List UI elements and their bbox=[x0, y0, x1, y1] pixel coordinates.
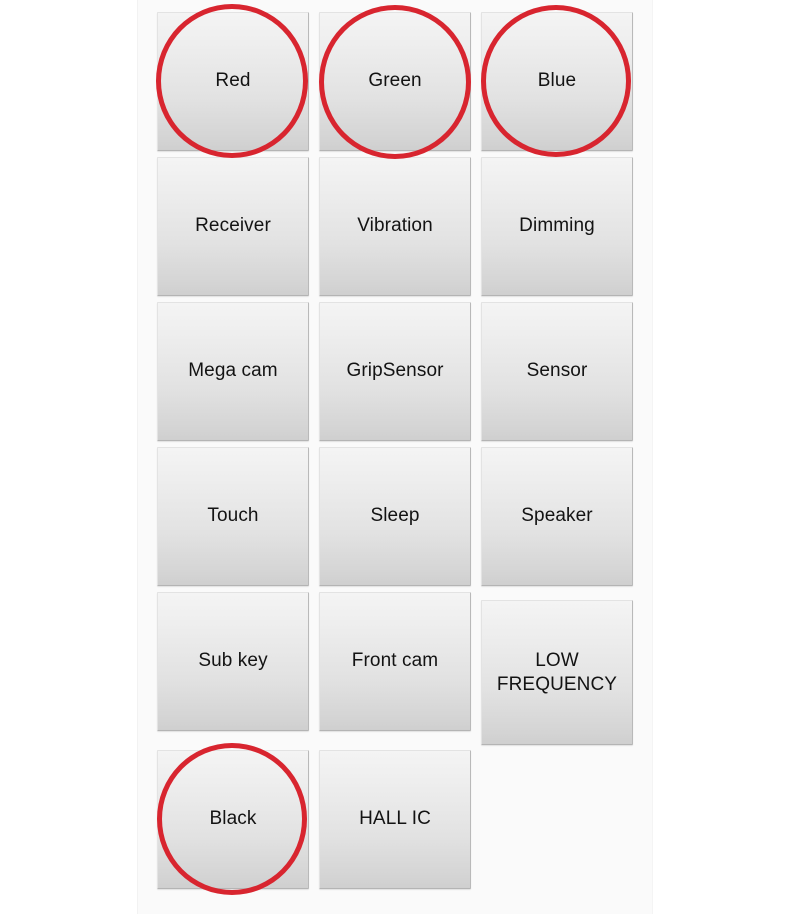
tile-front-cam[interactable]: Front cam bbox=[319, 592, 471, 731]
tile-speaker[interactable]: Speaker bbox=[481, 447, 633, 586]
tile-label-black: Black bbox=[209, 808, 257, 830]
tile-touch[interactable]: Touch bbox=[157, 447, 309, 586]
tile-red[interactable]: Red bbox=[157, 12, 309, 151]
tile-mega-cam[interactable]: Mega cam bbox=[157, 302, 309, 441]
tile-label-front-cam: Front cam bbox=[351, 650, 439, 672]
tile-label-dimming: Dimming bbox=[519, 215, 595, 237]
tile-label-blue: Blue bbox=[537, 70, 577, 92]
tile-label-gripsensor: GripSensor bbox=[346, 360, 444, 382]
tile-black[interactable]: Black bbox=[157, 750, 309, 889]
tile-gripsensor[interactable]: GripSensor bbox=[319, 302, 471, 441]
tile-label-sub-key: Sub key bbox=[198, 650, 268, 672]
tile-label-mega-cam: Mega cam bbox=[188, 360, 278, 382]
tile-label-receiver: Receiver bbox=[195, 215, 271, 237]
tile-green[interactable]: Green bbox=[319, 12, 471, 151]
tile-low-frequency[interactable]: LOW FREQUENCY bbox=[481, 600, 633, 745]
tile-label-vibration: Vibration bbox=[357, 215, 433, 237]
tile-dimming[interactable]: Dimming bbox=[481, 157, 633, 296]
tile-blue[interactable]: Blue bbox=[481, 12, 633, 151]
tile-hall-ic[interactable]: HALL IC bbox=[319, 750, 471, 889]
tile-sensor[interactable]: Sensor bbox=[481, 302, 633, 441]
tile-label-sensor: Sensor bbox=[526, 360, 588, 382]
tile-label-sleep: Sleep bbox=[370, 505, 420, 527]
tile-label-touch: Touch bbox=[207, 505, 259, 527]
tile-label-low-frequency: LOW FREQUENCY bbox=[496, 650, 618, 695]
tile-receiver[interactable]: Receiver bbox=[157, 157, 309, 296]
tile-label-red: Red bbox=[215, 70, 251, 92]
tile-sub-key[interactable]: Sub key bbox=[157, 592, 309, 731]
tile-label-hall-ic: HALL IC bbox=[359, 808, 431, 830]
tile-label-green: Green bbox=[368, 70, 422, 92]
tile-vibration[interactable]: Vibration bbox=[319, 157, 471, 296]
tile-sleep[interactable]: Sleep bbox=[319, 447, 471, 586]
button-grid: Red Green Blue Receiver Vibration Dimming Mega… bbox=[0, 0, 800, 914]
tile-label-speaker: Speaker bbox=[521, 505, 593, 527]
test-menu-screen: Red Green Blue Receiver Vibration Dimming Mega… bbox=[0, 0, 800, 914]
